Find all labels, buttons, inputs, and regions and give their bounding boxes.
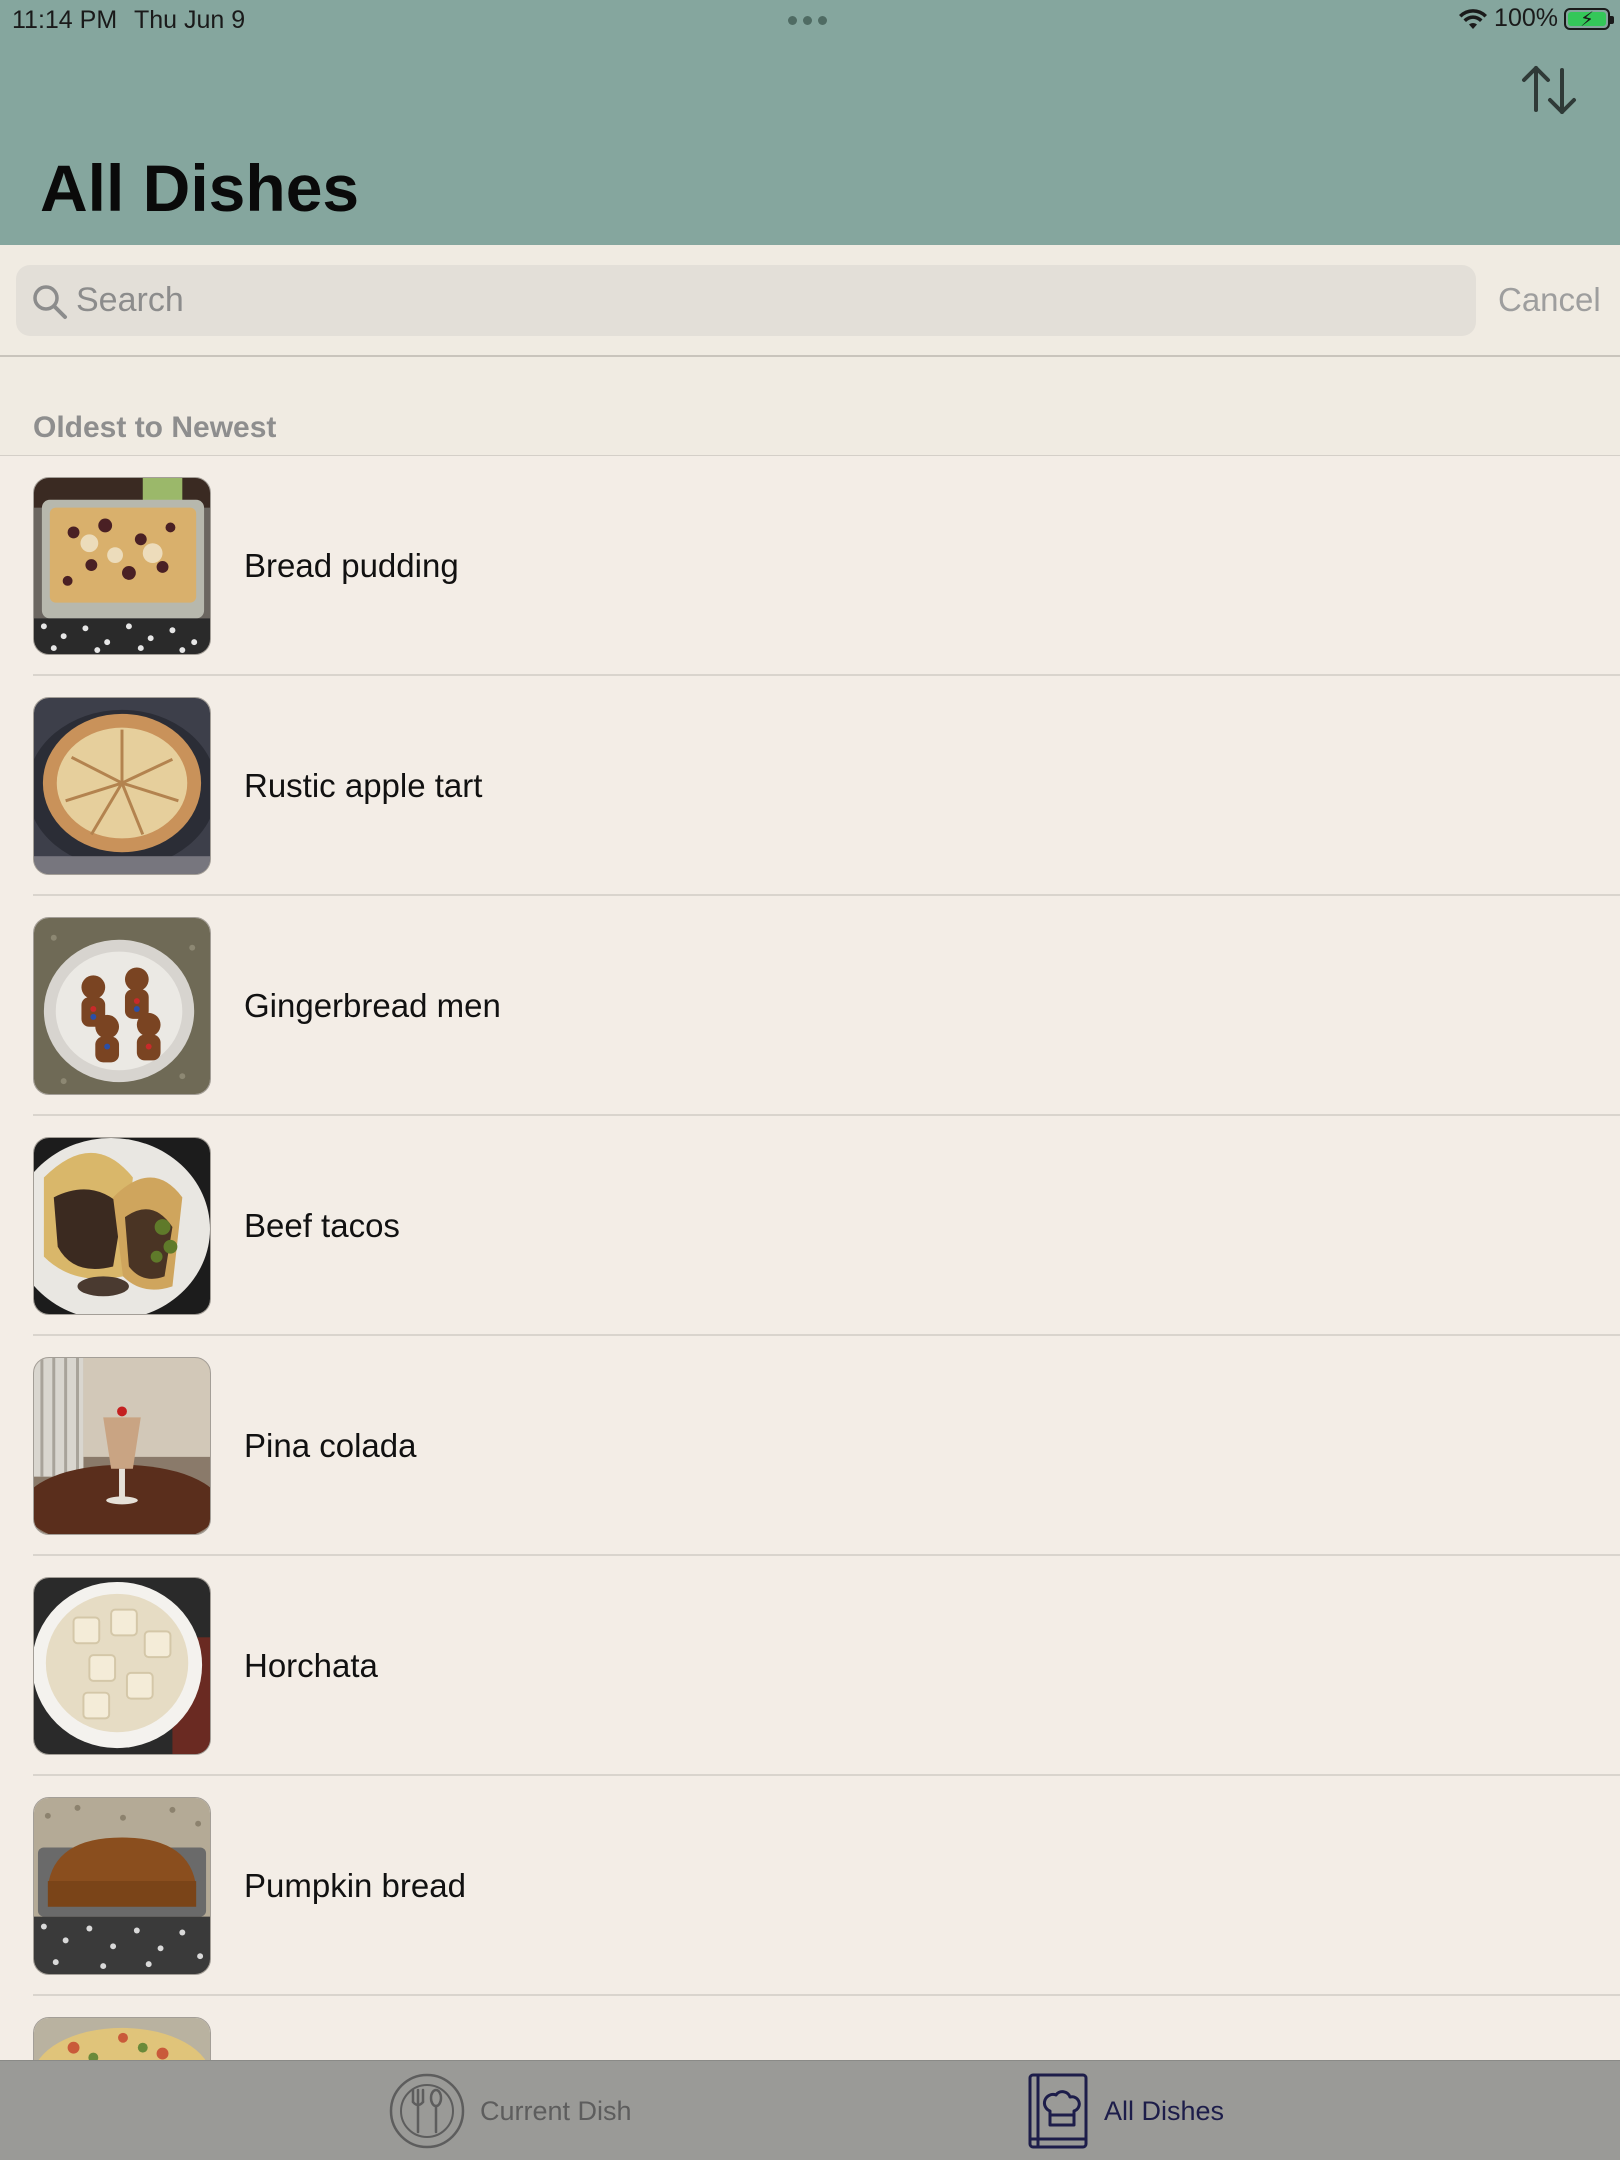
battery-percentage: 100% xyxy=(1494,4,1558,32)
dish-row[interactable]: Bread pudding xyxy=(0,456,1620,676)
status-date: Thu Jun 9 xyxy=(134,6,246,34)
search-icon xyxy=(33,285,67,319)
pumpkin-bread-photo xyxy=(33,1797,211,1975)
dish-name: Horchata xyxy=(244,1647,378,1684)
section-header: Oldest to Newest xyxy=(0,357,1620,456)
section-label: Oldest to Newest xyxy=(33,411,277,444)
navigation-header: 11:14 PM Thu Jun 9 100% ⚡ All Dishes xyxy=(0,0,1620,245)
partial-dish-photo xyxy=(33,2017,211,2060)
dish-row[interactable]: Rustic apple tart xyxy=(0,676,1620,896)
multitasking-dots-icon[interactable] xyxy=(788,16,827,25)
apple-tart-photo xyxy=(33,697,211,875)
status-time: 11:14 PM xyxy=(12,6,118,34)
recipe-book-icon xyxy=(1028,2073,1088,2149)
dish-row[interactable]: Gingerbread men xyxy=(0,896,1620,1116)
wifi-icon xyxy=(1459,8,1488,29)
dish-row[interactable]: Pina colada xyxy=(0,1336,1620,1556)
dish-name: Gingerbread men xyxy=(244,987,501,1024)
battery-icon: ⚡ xyxy=(1564,7,1614,31)
search-bar: Cancel xyxy=(0,245,1620,357)
plate-utensils-icon xyxy=(389,2073,465,2149)
dish-name: Pina colada xyxy=(244,1427,417,1464)
sort-arrows-icon xyxy=(1522,66,1576,114)
tab-bar: Current Dish All Dishes xyxy=(0,2060,1620,2160)
dish-name: Pumpkin bread xyxy=(244,1867,466,1904)
sort-button[interactable] xyxy=(1518,60,1582,120)
tab-current-dish[interactable]: Current Dish xyxy=(388,2061,632,2160)
dish-name: Beef tacos xyxy=(244,1207,400,1244)
cancel-button[interactable]: Cancel xyxy=(1498,281,1601,319)
bread-pudding-photo xyxy=(33,477,211,655)
horchata-photo xyxy=(33,1577,211,1755)
search-input[interactable] xyxy=(76,265,1456,336)
page-title: All Dishes xyxy=(40,151,360,225)
dish-name: Bread pudding xyxy=(244,547,459,584)
tab-label: Current Dish xyxy=(480,2095,632,2126)
tacos-photo xyxy=(33,1137,211,1315)
tab-label: All Dishes xyxy=(1104,2095,1225,2126)
dish-row[interactable]: Horchata xyxy=(0,1556,1620,1776)
dish-name: Rustic apple tart xyxy=(244,767,483,804)
search-field-container[interactable] xyxy=(16,265,1476,336)
status-bar: 11:14 PM Thu Jun 9 100% ⚡ xyxy=(0,0,1620,40)
pina-colada-photo xyxy=(33,1357,211,1535)
dish-row[interactable] xyxy=(0,1996,1620,2060)
tab-all-dishes[interactable]: All Dishes xyxy=(1026,2061,1224,2160)
status-indicators: 100% ⚡ xyxy=(1458,4,1614,33)
dish-list: Bread pudding Rustic apple tart Gingerbr… xyxy=(0,456,1620,2060)
gingerbread-photo xyxy=(33,917,211,1095)
dish-row[interactable]: Beef tacos xyxy=(0,1116,1620,1336)
dish-row[interactable]: Pumpkin bread xyxy=(0,1776,1620,1996)
